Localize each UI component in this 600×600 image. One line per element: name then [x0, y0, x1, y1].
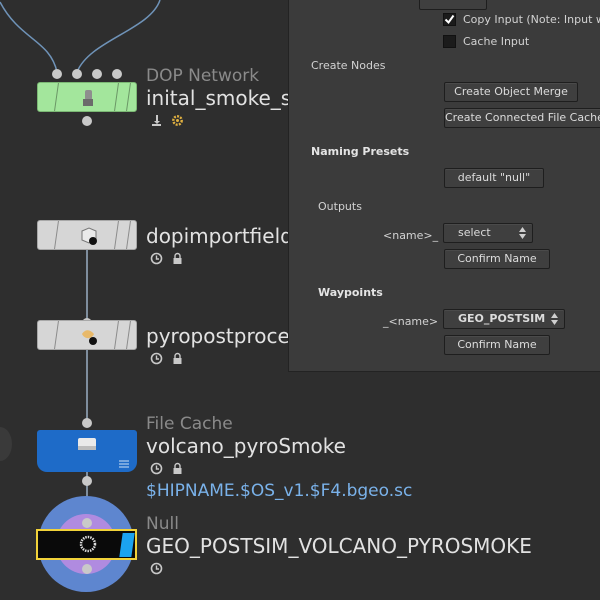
updown-arrow-icon [519, 227, 526, 239]
gear-icon [171, 112, 184, 126]
waypoints-confirm-name-button[interactable]: Confirm Name [444, 335, 550, 355]
node-name-label[interactable]: volcano_pyroSmoke [146, 434, 346, 458]
file-cache-node[interactable] [37, 430, 137, 472]
checkmark-icon [444, 14, 455, 25]
input-connector-1[interactable] [52, 69, 62, 79]
naming-presets-label: Naming Presets [311, 145, 410, 158]
outputs-select[interactable]: select [443, 223, 533, 243]
top-button[interactable] [419, 0, 487, 10]
waypoints-select-value: GEO_POSTSIM [458, 312, 546, 325]
waypoints-select[interactable]: GEO_POSTSIM [443, 309, 565, 329]
node-type-label: DOP Network [146, 66, 260, 86]
outputs-prefix-label: <name>_ [383, 229, 439, 242]
outputs-label: Outputs [318, 200, 362, 213]
parameter-panel: Copy Input (Note: Input will Cache Input… [288, 0, 600, 372]
display-flag[interactable] [119, 533, 135, 557]
input-connector[interactable] [82, 418, 92, 428]
dop-import-icon [81, 227, 97, 245]
outputs-confirm-name-button[interactable]: Confirm Name [444, 249, 550, 269]
clock-icon [150, 460, 163, 475]
input-connector-3[interactable] [92, 69, 102, 79]
lock-icon [171, 350, 184, 364]
input-connector-2[interactable] [72, 69, 82, 79]
hard-drive-icon [78, 438, 96, 450]
create-connected-file-cache-button[interactable]: Create Connected File Cache [444, 108, 600, 128]
default-null-button[interactable]: default "null" [444, 168, 544, 188]
outputs-select-value: select [458, 226, 491, 239]
node-name-label[interactable]: inital_smoke_so [146, 86, 303, 110]
node-type-label: Null [146, 514, 179, 534]
lock-icon [171, 250, 184, 264]
waypoints-label: Waypoints [318, 286, 383, 299]
clock-icon [150, 350, 163, 365]
import-icon [150, 112, 163, 126]
clock-icon [150, 250, 163, 265]
dopimportfield-node[interactable] [37, 220, 137, 250]
input-connector[interactable] [82, 518, 92, 528]
input-connector-4[interactable] [112, 69, 122, 79]
dop-network-node[interactable] [37, 82, 137, 112]
node-name-label[interactable]: GEO_POSTSIM_VOLCANO_PYROSMOKE [146, 534, 532, 558]
cache-input-checkbox[interactable] [443, 35, 456, 48]
cache-input-label: Cache Input [463, 35, 530, 48]
node-type-label: File Cache [146, 414, 233, 434]
output-connector[interactable] [82, 564, 92, 574]
copy-input-label: Copy Input (Note: Input will [463, 13, 600, 26]
create-object-merge-button[interactable]: Create Object Merge [444, 82, 578, 102]
output-connector[interactable] [82, 116, 92, 126]
menu-icon [119, 460, 129, 468]
null-node[interactable] [36, 529, 137, 560]
node-name-label[interactable]: pyropostproces [146, 324, 300, 348]
node-name-label[interactable]: dopimportfield1 [146, 224, 306, 248]
dop-network-icon [83, 90, 93, 106]
updown-arrow-icon [551, 313, 558, 325]
clock-icon [150, 560, 163, 575]
pyro-icon [82, 330, 97, 345]
create-nodes-label: Create Nodes [311, 59, 386, 72]
null-circle-icon [79, 535, 97, 553]
output-connector[interactable] [82, 476, 92, 486]
copy-input-checkbox[interactable] [443, 13, 456, 26]
pyropostprocess-node[interactable] [37, 320, 137, 350]
waypoints-prefix-label: _<name> [383, 315, 439, 328]
file-cache-path: $HIPNAME.$OS_v1.$F4.bgeo.sc [146, 481, 413, 501]
lock-icon [171, 460, 184, 474]
